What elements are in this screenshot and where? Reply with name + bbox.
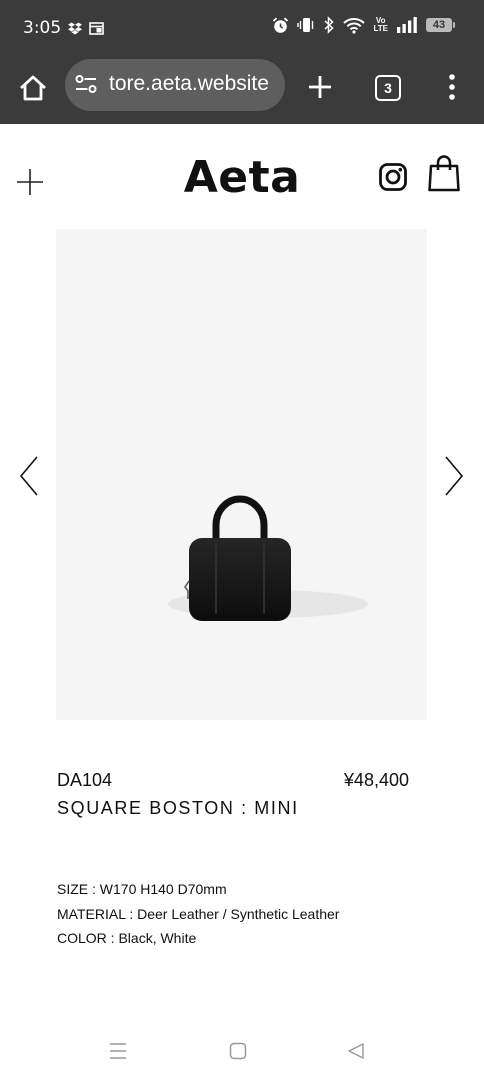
chevron-left-icon[interactable] <box>18 455 40 497</box>
product-photo <box>168 495 368 621</box>
home-icon[interactable] <box>16 72 50 106</box>
url-text: tore.aeta.website <box>109 72 269 95</box>
new-tab-button[interactable] <box>304 71 336 103</box>
more-icon[interactable] <box>440 70 464 104</box>
product-price: ¥48,400 <box>343 770 409 790</box>
signal-icon <box>397 17 417 33</box>
status-right-icons: Vo LTE 43 <box>272 16 455 34</box>
status-time: 3:05 <box>23 18 62 38</box>
recents-icon[interactable] <box>108 1041 128 1061</box>
product-image[interactable] <box>56 229 427 720</box>
site-logo[interactable]: Aeta <box>0 152 484 203</box>
back-icon[interactable] <box>347 1042 365 1060</box>
status-bar: 3:05 Vo LTE 43 <box>0 0 484 56</box>
system-nav-bar <box>0 1022 484 1080</box>
chevron-right-icon[interactable] <box>443 455 465 497</box>
product-code: DA104 <box>57 770 113 790</box>
spec-color: COLOR : Black, White <box>57 930 197 946</box>
tune-icon[interactable] <box>75 74 97 94</box>
wifi-icon <box>343 17 366 34</box>
tabs-button[interactable]: 3 <box>375 75 401 101</box>
address-bar[interactable]: tore.aeta.website <box>65 59 285 111</box>
instagram-icon[interactable] <box>378 162 408 192</box>
dropbox-icon <box>68 22 82 35</box>
alarm-icon <box>273 17 289 33</box>
product-name: SQUARE BOSTON : MINI <box>57 798 299 818</box>
vibrate-icon <box>297 18 314 32</box>
battery-icon: 43 <box>426 18 455 32</box>
cast-icon <box>89 22 104 35</box>
spec-size: SIZE : W170 H140 D70mm <box>57 881 227 897</box>
spec-material: MATERIAL : Deer Leather / Synthetic Leat… <box>57 906 340 922</box>
shopping-bag-icon[interactable] <box>428 154 460 192</box>
lte-icon: Vo LTE <box>373 16 388 33</box>
bluetooth-icon <box>324 16 335 34</box>
site-header: Aeta <box>0 124 484 224</box>
home-nav-icon[interactable] <box>229 1042 247 1060</box>
